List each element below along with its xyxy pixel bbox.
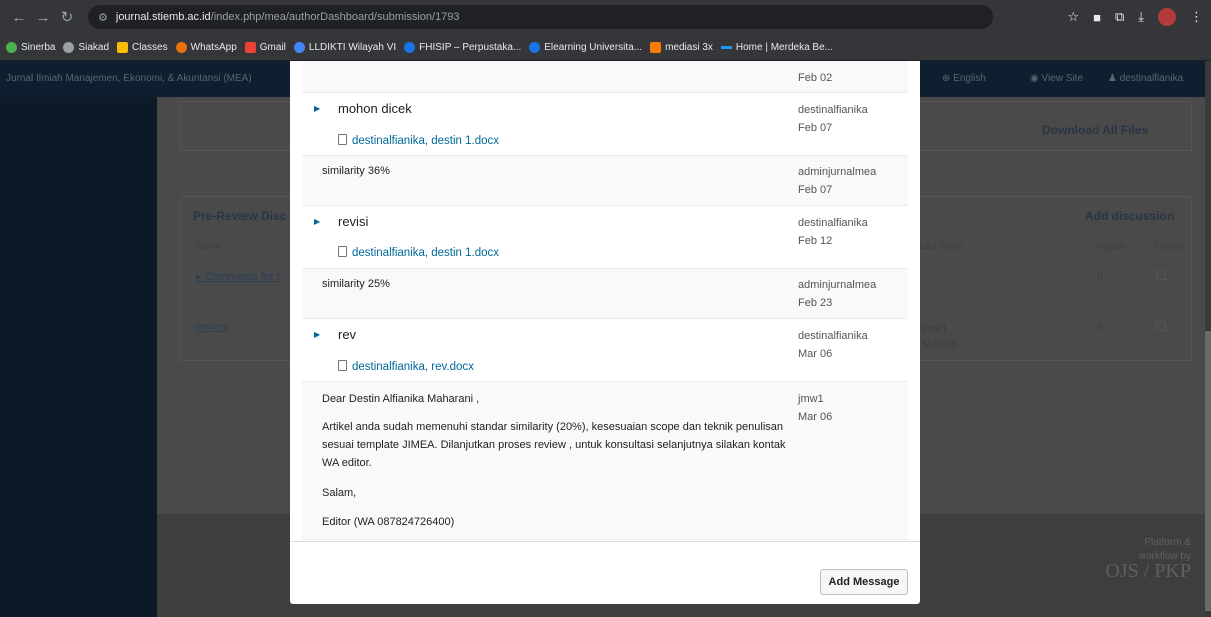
col-name: Name — [196, 241, 221, 251]
col-closed: Closed — [1155, 241, 1184, 251]
message-subject: mohon dicek — [338, 101, 412, 116]
message-subject: revisi — [338, 214, 369, 229]
message-item: ▶ mohon dicek destinalfianika, destin 1.… — [302, 93, 908, 156]
bookmark-classes[interactable]: Classes — [117, 41, 168, 53]
file-icon — [338, 360, 347, 371]
user-menu[interactable]: ♟ destinalfianika — [1108, 73, 1183, 84]
discussion-review-link[interactable]: review — [196, 321, 228, 333]
extensions-icon[interactable]: ⧉ — [1115, 9, 1124, 25]
message-item: similarity 36% adminjurnalmea Feb 07 — [302, 156, 908, 206]
message-signature: Editor (WA 087824726400) — [322, 516, 455, 528]
page: Jurnal Ilmiah Manajemen, Ekonomi, & Akun… — [0, 61, 1211, 617]
left-sidebar — [0, 97, 157, 617]
reload-icon[interactable]: ↻ — [56, 8, 78, 26]
profile-avatar[interactable] — [1158, 8, 1176, 26]
language-link[interactable]: ⊕ English — [942, 73, 986, 84]
message-body: similarity 36% — [322, 165, 390, 177]
message-body: similarity 25% — [322, 278, 390, 290]
bookmark-sinerba[interactable]: Sinerba — [6, 41, 55, 53]
col-replies: Replies — [1095, 241, 1126, 251]
journal-title[interactable]: Jurnal Ilmiah Manajemen, Ekonomi, & Akun… — [6, 73, 252, 84]
discussion-modal: Feb 02 ▶ mohon dicek destinalfianika, de… — [290, 61, 920, 604]
bookmark-siakad[interactable]: Siakad — [63, 41, 109, 53]
browser-toolbar: ← → ↻ ⚙ journal.stiemb.ac.id/index.php/m… — [0, 0, 1211, 34]
message-paragraph: Artikel anda sudah memenuhi standar simi… — [322, 421, 786, 469]
url-path: /index.php/mea/authorDashboard/submissio… — [210, 11, 460, 23]
message-greeting: Dear Destin Alfianika Maharani , — [322, 393, 480, 405]
message-item: similarity 25% adminjurnalmea Feb 23 — [302, 269, 908, 319]
modal-footer: Add Message — [290, 541, 920, 604]
message-meta: destinalfianika Mar 06 — [798, 330, 868, 360]
bookmark-star-icon[interactable]: ☆ — [1067, 9, 1079, 25]
page-scrollbar[interactable] — [1205, 61, 1211, 617]
message-closing: Salam, — [322, 487, 357, 499]
row1-replies: 0 — [1097, 270, 1104, 282]
download-icon[interactable]: ⤓ — [1138, 9, 1144, 25]
file-icon — [338, 134, 347, 145]
message-item: ▶ rev destinalfianika, rev.docx destinal… — [302, 319, 908, 382]
message-meta: adminjurnalmea Feb 07 — [798, 166, 877, 196]
attachment-link[interactable]: destinalfianika, rev.docx — [338, 360, 474, 373]
message-meta: destinalfianika Feb 07 — [798, 104, 868, 134]
message-meta: adminjurnalmea Feb 23 — [798, 279, 877, 309]
message-date: Feb 02 — [798, 72, 833, 84]
row1-last-reply: - — [922, 270, 926, 282]
row1-closed-checkbox[interactable] — [1156, 270, 1166, 280]
caret-right-icon[interactable]: ▶ — [314, 104, 320, 113]
bookmark-merdeka[interactable]: Home | Merdeka Be... — [720, 42, 833, 53]
site-info-icon[interactable]: ⚙ — [98, 11, 108, 24]
row2-closed-checkbox[interactable] — [1156, 321, 1166, 331]
add-discussion-button[interactable]: Add discussion — [1085, 209, 1174, 223]
scrollbar-thumb[interactable] — [1205, 331, 1211, 611]
bookmark-fhisip[interactable]: FHISIP – Perpustaka... — [404, 41, 521, 53]
back-icon[interactable]: ← — [8, 9, 30, 26]
bookmark-elearning[interactable]: Elearning Universita... — [529, 41, 642, 53]
message-meta: destinalfianika Feb 12 — [798, 217, 868, 247]
download-all-files-button[interactable]: Download All Files — [1042, 123, 1148, 137]
bookmark-lldikti[interactable]: LLDIKTI Wilayah VI — [293, 41, 396, 53]
messages-list[interactable]: Feb 02 ▶ mohon dicek destinalfianika, de… — [302, 61, 908, 541]
pre-review-title: Pre-Review Disc — [193, 209, 287, 223]
caret-right-icon[interactable]: ▶ — [314, 330, 320, 339]
message-subject: rev — [338, 327, 357, 342]
col-last-reply: Last Reply — [920, 241, 963, 251]
attachment-link[interactable]: destinalfianika, destin 1.docx — [338, 134, 499, 147]
message-meta: jmw1 Mar 06 — [798, 393, 833, 423]
media-icon[interactable]: ■ — [1093, 10, 1101, 25]
caret-right-icon[interactable]: ▶ — [314, 217, 320, 226]
url-host: journal.stiemb.ac.id — [115, 11, 211, 23]
bookmark-whatsapp[interactable]: WhatsApp — [175, 41, 237, 53]
add-message-button[interactable]: Add Message — [820, 569, 908, 595]
address-bar[interactable]: ⚙ journal.stiemb.ac.id/index.php/mea/aut… — [88, 5, 993, 29]
forward-icon[interactable]: → — [32, 9, 54, 26]
bookmarks-bar: Sinerba Siakad Classes WhatsApp Gmail LL… — [0, 34, 1211, 61]
message-item: Dear Destin Alfianika Maharani , Artikel… — [302, 382, 908, 540]
row2-replies: 8 — [1097, 321, 1104, 333]
attachment-link[interactable]: destinalfianika, destin 1.docx — [338, 246, 499, 259]
row2-last-reply: jmw1 Mar/06 — [922, 323, 957, 351]
message-top-partial: Feb 02 — [302, 61, 908, 93]
message-item: ▶ revisi destinalfianika, destin 1.docx … — [302, 206, 908, 269]
bookmark-mediasi[interactable]: mediasi 3x — [650, 41, 713, 53]
bookmark-gmail[interactable]: Gmail — [244, 41, 286, 53]
view-site-link[interactable]: ◉ View Site — [1030, 73, 1083, 84]
file-icon — [338, 246, 347, 257]
menu-icon[interactable]: ⋮ — [1190, 9, 1203, 25]
ojs-pkp-logo[interactable]: Platform & workflow by OJS / PKP — [1105, 536, 1191, 582]
discussion-comments-link[interactable]: ▸ Comments for t — [196, 270, 280, 283]
